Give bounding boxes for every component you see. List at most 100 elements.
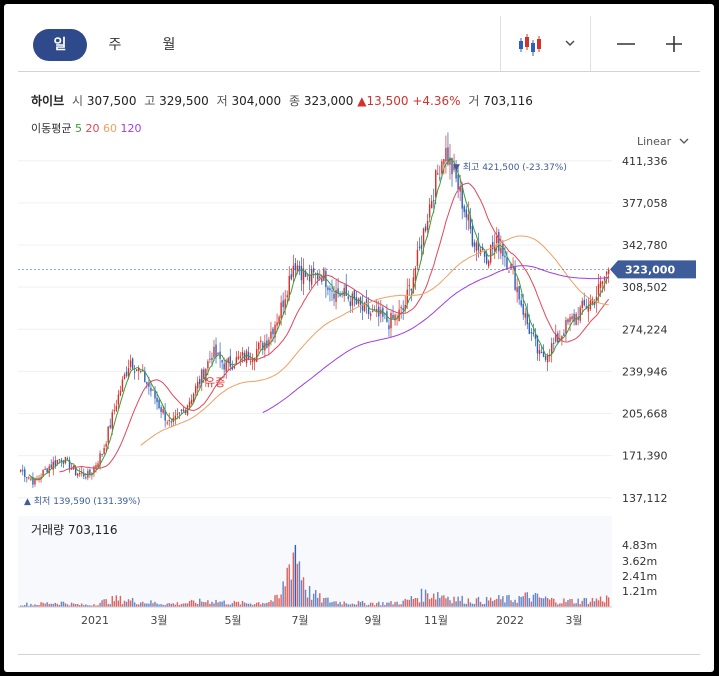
volume-bar <box>286 567 288 607</box>
candle-body <box>249 361 252 363</box>
volume-bar <box>203 602 205 607</box>
volume-bar <box>575 603 577 607</box>
volume-bar <box>394 602 396 607</box>
volume-bar <box>416 598 419 607</box>
volume-bar <box>593 601 596 607</box>
candle-body <box>496 236 498 244</box>
candle-body <box>520 300 522 306</box>
candle-body <box>211 357 213 360</box>
volume-bar <box>573 603 575 607</box>
candle-body <box>532 332 535 335</box>
volume-bar <box>449 600 451 607</box>
volume-bar <box>231 603 234 607</box>
candle-body <box>500 247 502 254</box>
volume-bar <box>577 598 579 607</box>
candle-body <box>333 293 335 299</box>
volume-bar <box>123 600 126 607</box>
volume-bar <box>477 596 480 607</box>
volume-bar <box>42 602 44 607</box>
volume-bar <box>597 600 600 607</box>
volume-bar <box>565 602 567 607</box>
volume-bar <box>280 594 282 607</box>
candle-body <box>278 316 280 324</box>
volume-bar <box>310 599 313 607</box>
candle-body <box>26 477 28 479</box>
volume-bar <box>72 603 75 607</box>
volume-bar <box>538 597 541 607</box>
candle-body <box>504 255 506 258</box>
volume-bar <box>294 545 297 607</box>
candle-body <box>518 286 520 300</box>
volume-bar <box>553 598 555 607</box>
volume-bar <box>127 599 130 607</box>
candle-body <box>245 350 248 364</box>
candle-body <box>282 300 284 308</box>
volume-bar <box>211 601 213 607</box>
candle-body <box>260 340 262 342</box>
candle-body <box>435 170 437 198</box>
volume-bar <box>272 601 274 607</box>
volume-bar <box>207 600 209 607</box>
volume-bar <box>551 597 553 607</box>
volume-bar <box>500 599 502 607</box>
volume-bar <box>284 586 286 607</box>
candle-body <box>101 453 103 455</box>
volume-bar <box>268 602 270 607</box>
volume-bar <box>101 600 103 607</box>
volume-bar <box>607 597 610 607</box>
volume-bar <box>290 579 293 607</box>
volume-bar <box>435 599 437 607</box>
volume-bar <box>146 603 148 607</box>
candle-body <box>197 381 199 389</box>
candle-body <box>441 161 443 174</box>
candle-body <box>319 276 321 278</box>
volume-bar <box>528 598 531 607</box>
volume-bar <box>221 601 223 607</box>
candle-body <box>498 232 500 252</box>
volume-bar <box>445 598 447 607</box>
volume-bar <box>390 601 392 607</box>
volume-bar <box>567 600 569 607</box>
volume-bar <box>150 600 152 607</box>
volume-bar <box>188 601 191 607</box>
volume-bar <box>60 601 63 607</box>
price-tick-label: 308,502 <box>622 281 668 294</box>
volume-bar <box>357 600 360 607</box>
candle-body <box>530 332 533 334</box>
volume-bar <box>508 594 510 607</box>
volume-bar <box>282 581 284 607</box>
candle-body <box>152 389 154 391</box>
volume-bar <box>426 593 429 607</box>
candle-body <box>607 269 610 274</box>
candle-body <box>410 288 413 291</box>
candle-body <box>416 249 419 267</box>
volume-bar <box>369 602 372 607</box>
candle-body <box>207 361 209 369</box>
volume-bar <box>378 601 380 607</box>
candle-body <box>58 459 61 461</box>
volume-bar <box>213 603 215 607</box>
volume-bar <box>306 597 309 607</box>
candle-body <box>424 226 427 231</box>
candle-body <box>310 269 313 285</box>
volume-bar <box>219 601 221 607</box>
candle-body <box>107 426 109 443</box>
volume-bar <box>117 600 120 607</box>
volume-bar <box>192 600 195 607</box>
volume-bar <box>296 563 299 607</box>
candle-body <box>298 265 301 270</box>
candle-body <box>233 366 236 369</box>
volume-bar <box>581 600 583 607</box>
volume-bar <box>492 601 494 607</box>
volume-bar <box>292 552 295 607</box>
volume-bar <box>140 602 142 607</box>
volume-bar <box>119 595 122 607</box>
price-chart[interactable]: 411,336 377,058 342,780 308,502 274,224 239,9… <box>4 4 714 672</box>
x-tick-label: 5월 <box>224 614 241 627</box>
volume-bar <box>278 598 280 607</box>
candle-body <box>551 343 553 354</box>
candle-body <box>129 360 132 367</box>
volume-bar <box>420 588 423 607</box>
volume-bar <box>201 601 203 607</box>
current-price-label: 323,000 <box>625 263 675 276</box>
